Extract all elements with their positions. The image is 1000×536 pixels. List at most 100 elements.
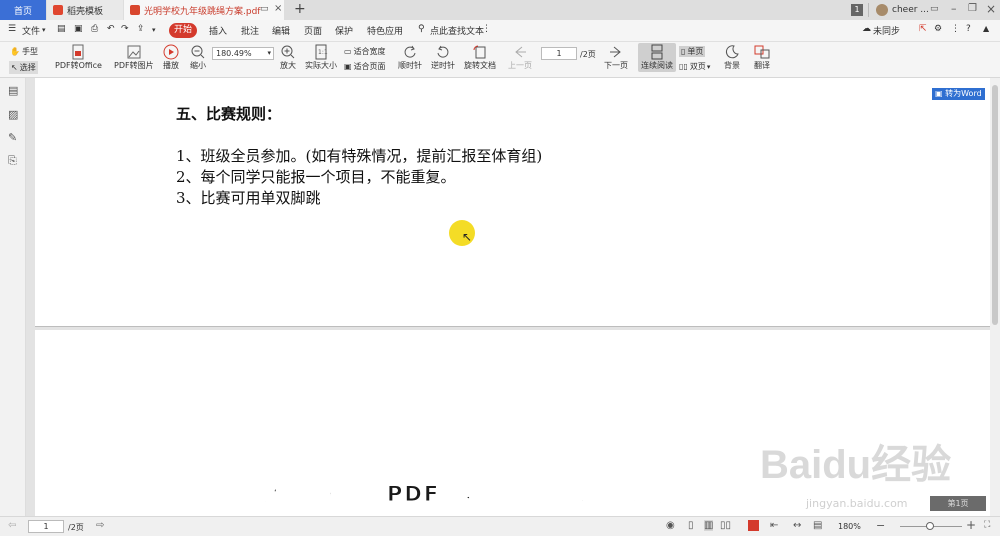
actual-size-button[interactable]: 1:1 实际大小 (305, 44, 337, 71)
zoom-in-button[interactable]: 放大 (280, 44, 296, 71)
menu-edit[interactable]: 编辑 (272, 24, 290, 37)
zoom-select[interactable]: 180.49% ▾ (212, 47, 274, 60)
tab-template-label: 稻壳模板 (67, 6, 104, 17)
fit-page-button[interactable]: ▣ 适合页面 (344, 61, 386, 72)
chevron-down-icon: ▾ (42, 26, 46, 34)
help-icon[interactable]: ? (966, 24, 971, 34)
prev-page-icon[interactable]: ⇦ (8, 520, 16, 531)
menu-start[interactable]: 开始 (169, 23, 197, 38)
skin-icon[interactable]: ▭ (930, 4, 939, 14)
tab-document[interactable]: 光明学校九年级跳绳方案.pdf ▭ × (124, 0, 284, 20)
rule-line: 3、比赛可用单双脚跳 (176, 189, 321, 207)
zoom-out-icon (191, 45, 205, 59)
next-page-label: 下一页 (604, 61, 628, 70)
menu-page[interactable]: 页面 (304, 24, 322, 37)
zoom-in-status-button[interactable]: + (966, 518, 976, 532)
thumbnail-icon[interactable]: ▨ (8, 108, 18, 121)
pin-tab-icon[interactable]: ▭ (260, 4, 269, 14)
open-folder-icon[interactable]: ▤ (57, 24, 66, 34)
outline-icon[interactable]: ▤ (8, 84, 18, 97)
word-icon: ▣ (935, 89, 946, 98)
more-dots-icon[interactable]: ⋮ (951, 24, 960, 34)
status-page-input[interactable]: 1 (28, 520, 64, 533)
daoke-logo-icon (53, 5, 63, 15)
arrow-right-icon (610, 46, 621, 58)
collapse-ribbon-icon[interactable]: ▲ (983, 24, 989, 33)
fit-width-status-icon[interactable]: ↔ (793, 520, 801, 531)
minimize-button[interactable]: – (951, 2, 957, 15)
translate-icon (754, 45, 770, 59)
fullscreen-icon[interactable]: ⛶ (984, 520, 990, 530)
pdf-to-image-label: PDF转图片 (114, 61, 154, 70)
avatar[interactable] (876, 4, 888, 16)
tab-template[interactable]: 稻壳模板 (47, 0, 123, 20)
pdf-to-office-button[interactable]: PDF转Office (55, 44, 102, 71)
maximize-button[interactable]: ❐ (968, 3, 977, 14)
hand-tool-label: 手型 (21, 47, 38, 56)
single-view-icon[interactable]: ▯ (688, 520, 694, 531)
settings-icon[interactable]: ⚙ (934, 24, 942, 34)
rules-list: 1、班级全员参加。(如有特殊情况，提前汇报至体育组) 2、每个同学只能报一个项目… (176, 146, 542, 209)
rotate-cw-button[interactable]: 顺时针 (398, 44, 422, 71)
close-window-button[interactable]: × (986, 2, 996, 16)
page-number-input[interactable]: 1 (541, 47, 577, 60)
rotate-ccw-button[interactable]: 逆时针 (431, 44, 455, 71)
zoom-out-status-button[interactable]: − (876, 519, 885, 532)
print-icon[interactable]: ⎙ (91, 24, 98, 34)
menu-insert[interactable]: 插入 (209, 24, 227, 37)
new-tab-button[interactable]: + (294, 1, 306, 17)
page-indicator-badge: 第1页 (930, 496, 986, 511)
hamburger-icon[interactable]: ☰ (8, 24, 16, 34)
zoom-in-icon (281, 45, 295, 59)
double-page-button[interactable]: ▯▯ 双页 ▾ (679, 61, 710, 72)
select-tool[interactable]: ↖ 选择 (9, 61, 38, 74)
pdf-file-icon (130, 5, 140, 15)
fit-width-icon: ▭ (344, 47, 352, 56)
zoom-out-button[interactable]: 缩小 (190, 44, 206, 71)
menu-features[interactable]: 特色应用 (367, 24, 403, 37)
hand-icon: ✋ (10, 47, 20, 56)
fit-icon[interactable]: ⇤ (770, 520, 778, 531)
menu-file[interactable]: 文件 (22, 24, 40, 37)
single-page-button[interactable]: ▯ 单页 (679, 46, 706, 57)
close-tab-icon[interactable]: × (274, 3, 282, 14)
attachment-icon[interactable]: ⎘ (8, 154, 17, 168)
next-page-icon[interactable]: ⇨ (96, 520, 104, 531)
continuous-read-button[interactable]: 连续阅读 (638, 43, 676, 72)
undo-icon[interactable]: ↶ (107, 24, 115, 34)
menu-protect[interactable]: 保护 (335, 24, 353, 37)
menu-annotate[interactable]: 批注 (241, 24, 259, 37)
translate-button[interactable]: 翻译 (754, 44, 770, 71)
zoom-slider-thumb[interactable] (926, 522, 934, 530)
continuous-view-icon[interactable]: ▥ (704, 520, 714, 531)
redo-icon[interactable]: ↷ (121, 24, 129, 34)
fit-width-button[interactable]: ▭ 适合宽度 (344, 46, 386, 57)
play-slideshow-icon[interactable] (748, 520, 759, 531)
search-text-button[interactable]: 点此查找文本 (430, 24, 484, 37)
share-icon[interactable]: ⇪ (137, 24, 145, 34)
double-view-icon[interactable]: ▯▯ (720, 520, 731, 531)
prev-page-button[interactable]: 上一页 (508, 44, 532, 71)
eye-icon[interactable]: ◉ (666, 520, 675, 531)
arrow-left-icon (515, 46, 526, 58)
user-name[interactable]: cheer ... (892, 5, 929, 15)
chevron-down-icon[interactable]: ▾ (152, 26, 156, 34)
share-out-icon[interactable]: ⇱ (919, 24, 927, 34)
tab-home[interactable]: 首页 (0, 0, 46, 20)
pdf-page-1: 五、比赛规则： 1、班级全员参加。(如有特殊情况，提前汇报至体育组) 2、每个同… (35, 78, 990, 327)
annotation-icon[interactable]: ✎ (8, 131, 17, 144)
page-total: /2页 (580, 50, 596, 59)
rotate-doc-button[interactable]: 旋转文档 (464, 44, 496, 71)
scrollbar-thumb[interactable] (992, 85, 998, 325)
save-icon[interactable]: ▣ (74, 24, 83, 34)
convert-to-word-button[interactable]: ▣ 转为Word (932, 88, 985, 100)
hand-tool[interactable]: ✋ 手型 (10, 46, 38, 57)
section-heading: 五、比赛规则： (176, 105, 282, 123)
next-page-button[interactable]: 下一页 (604, 44, 628, 71)
pdf-to-image-button[interactable]: PDF转图片 (114, 44, 154, 71)
play-button[interactable]: 播放 (163, 44, 179, 71)
layout-icon[interactable]: ▤ (813, 520, 822, 531)
sync-status[interactable]: 未同步 (873, 24, 900, 37)
background-button[interactable]: 背景 (724, 44, 740, 71)
more-icon[interactable]: ⋮ (482, 24, 491, 34)
